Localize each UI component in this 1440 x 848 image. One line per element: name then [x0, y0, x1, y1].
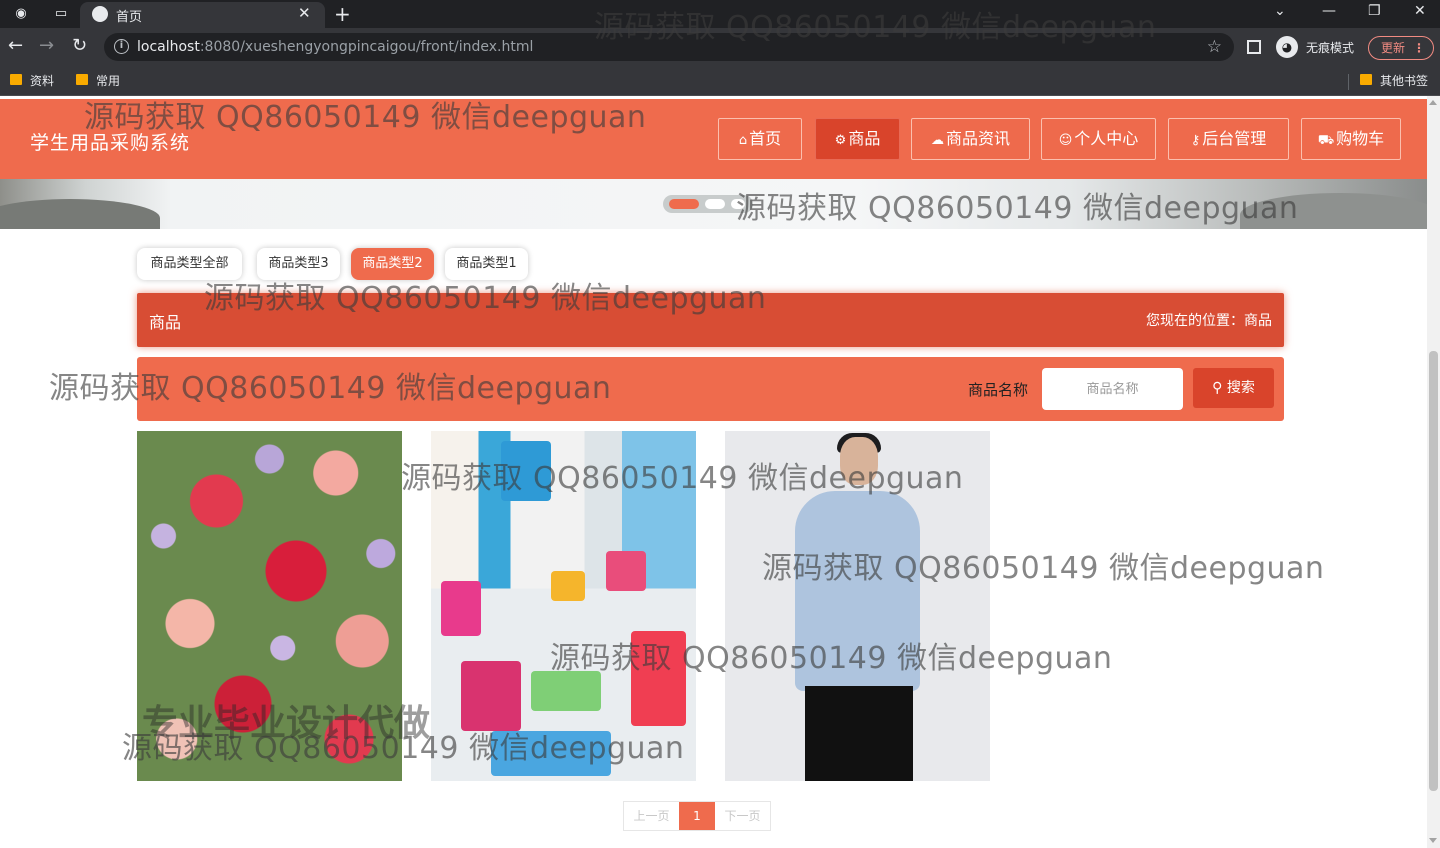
new-tab-button[interactable]: +	[334, 2, 351, 26]
page-scrollbar[interactable]	[1427, 96, 1440, 848]
watermark: 源码获取 QQ86050149 微信deepguan	[736, 191, 1299, 226]
nav-admin[interactable]: ⚷ 后台管理	[1168, 118, 1289, 160]
chevron-down-icon[interactable]: ⌄	[1274, 3, 1286, 19]
globe-icon	[92, 6, 108, 22]
page-1-button[interactable]: 1	[679, 802, 715, 830]
link-icon: ⚷	[1190, 133, 1201, 148]
folder-icon	[76, 74, 88, 85]
folder-icon	[1360, 74, 1372, 85]
product-icon: ⚙	[834, 133, 847, 148]
info-icon[interactable]: i	[114, 39, 129, 54]
watermark: 源码获取 QQ86050149 微信deepguan	[550, 641, 1113, 676]
product-image-shape	[606, 551, 646, 591]
carousel-dot[interactable]	[705, 199, 725, 209]
tab-search-icon[interactable]: ▭	[52, 5, 70, 23]
bookmark-folder-0[interactable]: 资料	[10, 72, 54, 89]
back-icon[interactable]: ←	[8, 36, 23, 56]
reload-icon[interactable]: ↻	[72, 36, 87, 56]
watermark: 源码获取 QQ86050149 微信deepguan	[84, 100, 647, 135]
update-label: 更新	[1381, 41, 1406, 55]
watermark: 源码获取 QQ86050149 微信deepguan	[594, 10, 1157, 45]
user-icon: ☺	[1058, 133, 1073, 148]
product-image-shape	[805, 686, 913, 781]
nav-cart[interactable]: ⛟ 购物车	[1301, 118, 1401, 160]
folder-icon	[10, 74, 22, 85]
bookmark-folder-1[interactable]: 常用	[76, 72, 120, 89]
forward-icon[interactable]: →	[39, 36, 54, 56]
watermark: 源码获取 QQ86050149 微信deepguan	[49, 371, 612, 406]
scroll-up-arrow[interactable]	[1429, 100, 1437, 105]
product-image-shape	[441, 581, 481, 636]
bookmark-separator	[1348, 74, 1349, 90]
close-icon[interactable]: ✕	[298, 4, 311, 22]
watermark: 源码获取 QQ86050149 微信deepguan	[762, 551, 1325, 586]
product-image-shape	[551, 571, 585, 601]
window-close-button[interactable]: ✕	[1414, 3, 1426, 19]
browser-tab[interactable]: 首页 ✕	[80, 2, 325, 28]
news-icon: ☁	[930, 133, 944, 148]
chrome-profile-icon[interactable]: ◉	[12, 5, 30, 23]
search-input[interactable]	[1042, 368, 1183, 410]
current-position: 您现在的位置：商品	[1146, 313, 1272, 329]
side-panel-icon[interactable]	[1247, 40, 1261, 54]
other-bookmarks[interactable]: 其他书签	[1360, 72, 1428, 89]
product-image-shape	[461, 661, 521, 731]
restore-button[interactable]: ❐	[1368, 3, 1381, 19]
carousel-dot-active[interactable]	[669, 199, 699, 209]
product-image-shape	[531, 671, 601, 711]
search-button[interactable]: ⚲ 搜索	[1193, 368, 1274, 408]
watermark: 源码获取 QQ86050149 微信deepguan	[122, 731, 685, 766]
cart-icon: ⛟	[1317, 133, 1335, 148]
incognito-indicator[interactable]: ◕ 无痕模式	[1276, 36, 1356, 58]
menu-dots-icon: ⋮	[1413, 41, 1425, 55]
nav-personal-center[interactable]: ☺ 个人中心	[1041, 118, 1156, 160]
nav-product-news[interactable]: ☁ 商品资讯	[911, 118, 1030, 160]
next-page-button[interactable]: 下一页	[715, 802, 770, 830]
banner-rock	[0, 199, 160, 229]
scrollbar-thumb[interactable]	[1429, 351, 1438, 791]
url-text: localhost:8080/xueshengyongpincaigou/fro…	[137, 39, 534, 55]
minimize-button[interactable]: —	[1322, 3, 1336, 19]
incognito-label: 无痕模式	[1306, 41, 1355, 55]
bookmark-star-icon[interactable]: ☆	[1207, 37, 1222, 57]
watermark: 源码获取 QQ86050149 微信deepguan	[401, 461, 964, 496]
nav-products[interactable]: ⚙ 商品	[815, 118, 900, 160]
search-label: 商品名称	[968, 381, 1029, 399]
incognito-icon: ◕	[1276, 36, 1298, 58]
watermark: 源码获取 QQ86050149 微信deepguan	[204, 281, 767, 316]
search-icon: ⚲	[1212, 380, 1227, 396]
pagination: 上一页 1 下一页	[623, 801, 771, 831]
nav-home[interactable]: ⌂ 首页	[718, 118, 802, 160]
tab-title: 首页	[116, 10, 143, 25]
update-button[interactable]: 更新 ⋮	[1368, 36, 1434, 60]
scroll-down-arrow[interactable]	[1429, 838, 1437, 843]
home-icon: ⌂	[738, 133, 748, 148]
section-title: 商品	[149, 313, 182, 332]
prev-page-button[interactable]: 上一页	[624, 802, 679, 830]
